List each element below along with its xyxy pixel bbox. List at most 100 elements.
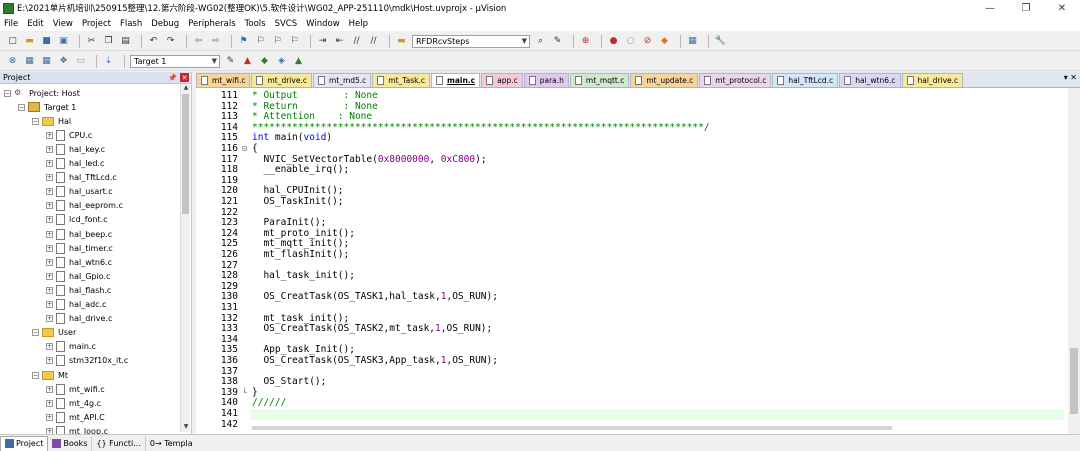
expand-icon[interactable]: + bbox=[46, 258, 53, 266]
close-button[interactable]: ✕ bbox=[1044, 0, 1080, 16]
code-line[interactable]: OS_Start(); bbox=[252, 376, 326, 388]
find-in-files-icon[interactable]: ▬ bbox=[395, 35, 408, 48]
collapse-icon[interactable]: − bbox=[32, 371, 39, 379]
tree-file-item[interactable]: + hal_timer.c bbox=[46, 241, 113, 255]
expand-icon[interactable]: + bbox=[46, 315, 53, 323]
editor-tab[interactable]: hal_wtn6.c bbox=[839, 73, 901, 87]
tree-folder-item[interactable]: − Hal bbox=[32, 114, 71, 128]
menu-tools[interactable]: Tools bbox=[245, 19, 266, 29]
menu-debug[interactable]: Debug bbox=[151, 19, 179, 29]
disable-breakpoint-icon[interactable]: ○ bbox=[624, 35, 637, 48]
editor-tab[interactable]: hal_drive.c bbox=[901, 73, 964, 87]
paste-icon[interactable]: ▤ bbox=[119, 35, 132, 48]
collapse-icon[interactable]: − bbox=[4, 89, 11, 97]
tree-folder-item[interactable]: − User bbox=[32, 326, 76, 340]
tree-project-item[interactable]: − ⚙ Project: Host bbox=[4, 86, 80, 100]
kill-breakpoints-icon[interactable]: ⊘ bbox=[641, 35, 654, 48]
tree-target-item[interactable]: − Target 1 bbox=[18, 100, 76, 114]
uncomment-icon[interactable]: // bbox=[367, 35, 380, 48]
tree-file-item[interactable]: + hal_TftLcd.c bbox=[46, 171, 117, 185]
project-tree-scrollbar[interactable]: ▲ ▼ bbox=[180, 84, 190, 432]
expand-icon[interactable]: + bbox=[46, 301, 53, 308]
find-icon[interactable]: ⌕ bbox=[534, 35, 547, 48]
editor-tab[interactable]: mt_Task.c bbox=[372, 73, 430, 87]
select-packs-icon[interactable]: ◈ bbox=[275, 55, 288, 68]
code-line[interactable]: __enable_irq(); bbox=[252, 164, 349, 176]
download-icon[interactable]: ⇣ bbox=[102, 55, 115, 68]
collapse-icon[interactable]: − bbox=[32, 329, 39, 337]
editor-tab[interactable]: mt_drive.c bbox=[251, 73, 312, 87]
batch-build-icon[interactable]: ❖ bbox=[57, 55, 70, 68]
wrench-icon[interactable]: 🔧 bbox=[714, 35, 727, 48]
expand-icon[interactable]: + bbox=[46, 145, 53, 153]
expand-icon[interactable]: + bbox=[46, 272, 53, 280]
expand-icon[interactable]: + bbox=[46, 216, 53, 224]
editor-horizontal-scrollbar[interactable] bbox=[252, 426, 892, 430]
expand-icon[interactable]: + bbox=[46, 343, 53, 351]
code-line[interactable]: hal_task_init(); bbox=[252, 270, 355, 282]
next-bookmark-icon[interactable]: ⚐ bbox=[271, 35, 284, 48]
collapse-icon[interactable]: − bbox=[18, 103, 25, 111]
menu-peripherals[interactable]: Peripherals bbox=[188, 19, 235, 29]
expand-icon[interactable]: + bbox=[46, 160, 53, 167]
expand-icon[interactable]: + bbox=[46, 244, 53, 252]
code-line[interactable]: OS_CreatTask(OS_TASK2,mt_task,1,OS_RUN); bbox=[252, 323, 492, 335]
expand-icon[interactable]: + bbox=[46, 131, 53, 139]
expand-icon[interactable]: + bbox=[46, 399, 53, 407]
tree-file-item[interactable]: + lcd_font.c bbox=[46, 213, 108, 227]
open-folder-icon[interactable]: ▬ bbox=[23, 35, 36, 48]
stop-build-icon[interactable]: ▭ bbox=[74, 55, 87, 68]
code-editor[interactable]: 111 112 113 114 115 116 117 118 119 120 121 122 123 1… bbox=[196, 88, 1080, 434]
scroll-up-icon[interactable]: ▲ bbox=[181, 84, 191, 93]
tree-file-item[interactable]: + hal_key.c bbox=[46, 142, 105, 156]
menu-project[interactable]: Project bbox=[82, 19, 111, 29]
editor-tab[interactable]: mt_mqtt.c bbox=[569, 73, 630, 87]
expand-icon[interactable]: + bbox=[46, 188, 53, 196]
debug-session-icon[interactable]: ⊕ bbox=[579, 35, 592, 48]
fold-marker-icon[interactable]: └ bbox=[242, 388, 250, 399]
expand-icon[interactable]: + bbox=[46, 174, 53, 182]
menu-svcs[interactable]: SVCS bbox=[275, 19, 298, 29]
editor-tab[interactable]: mt_wifi.c bbox=[196, 73, 251, 87]
editor-tab[interactable]: mt_protocol.c bbox=[699, 73, 772, 87]
menu-file[interactable]: File bbox=[4, 19, 18, 29]
editor-tab[interactable]: mt_md5.c bbox=[312, 73, 372, 87]
expand-icon[interactable]: + bbox=[46, 202, 53, 210]
comment-icon[interactable]: // bbox=[350, 35, 363, 48]
cut-icon[interactable]: ✂ bbox=[85, 35, 98, 48]
save-icon[interactable]: ■ bbox=[40, 35, 53, 48]
code-line[interactable]: ////// bbox=[252, 398, 286, 409]
file-extensions-icon[interactable]: ▲ bbox=[241, 55, 254, 68]
tree-file-item[interactable]: + hal_led.c bbox=[46, 157, 104, 171]
minimize-button[interactable]: — bbox=[972, 0, 1008, 16]
clear-bookmarks-icon[interactable]: ⚐ bbox=[288, 35, 301, 48]
code-line[interactable]: OS_CreatTask(OS_TASK3,App_task,1,OS_RUN)… bbox=[252, 355, 498, 367]
build-icon[interactable]: ▦ bbox=[23, 55, 36, 68]
panel-tab[interactable]: Books bbox=[48, 435, 93, 451]
expand-icon[interactable]: + bbox=[46, 385, 53, 393]
target-combo[interactable]: Target 1 ▼ bbox=[130, 54, 220, 68]
tree-file-item[interactable]: + mt_loop.c bbox=[46, 424, 108, 434]
pack-installer-icon[interactable]: ▲ bbox=[292, 55, 305, 68]
tree-file-item[interactable]: + hal_Gpio.c bbox=[46, 269, 110, 283]
tree-file-item[interactable]: + mt_wifi.c bbox=[46, 382, 105, 396]
scrollbar-thumb[interactable] bbox=[1070, 348, 1078, 414]
tree-file-item[interactable]: + hal_eeprom.c bbox=[46, 199, 123, 213]
pin-icon[interactable]: 📌 bbox=[168, 74, 177, 82]
expand-icon[interactable]: + bbox=[46, 286, 53, 294]
indent-icon[interactable]: ⇥ bbox=[316, 35, 329, 48]
editor-tab[interactable]: mt_update.c bbox=[630, 73, 699, 87]
tree-file-item[interactable]: + stm32f10x_it.c bbox=[46, 354, 128, 368]
tree-folder-item[interactable]: − Mt bbox=[32, 368, 68, 382]
configure-tools-icon[interactable]: ◆ bbox=[658, 35, 671, 48]
translate-icon[interactable]: ⊗ bbox=[6, 55, 19, 68]
code-line[interactable]: OS_CreatTask(OS_TASK1,hal_task,1,OS_RUN)… bbox=[252, 292, 498, 303]
menu-edit[interactable]: Edit bbox=[27, 19, 43, 29]
menu-view[interactable]: View bbox=[53, 19, 73, 29]
save-all-icon[interactable]: ▣ bbox=[57, 35, 70, 48]
unindent-icon[interactable]: ⇤ bbox=[333, 35, 346, 48]
editor-tab[interactable]: hal_TftLcd.c bbox=[772, 73, 839, 87]
editor-tab[interactable]: app.c bbox=[481, 73, 523, 87]
tree-file-item[interactable]: + hal_beep.c bbox=[46, 227, 112, 241]
editor-tab[interactable]: para.h bbox=[523, 73, 569, 87]
